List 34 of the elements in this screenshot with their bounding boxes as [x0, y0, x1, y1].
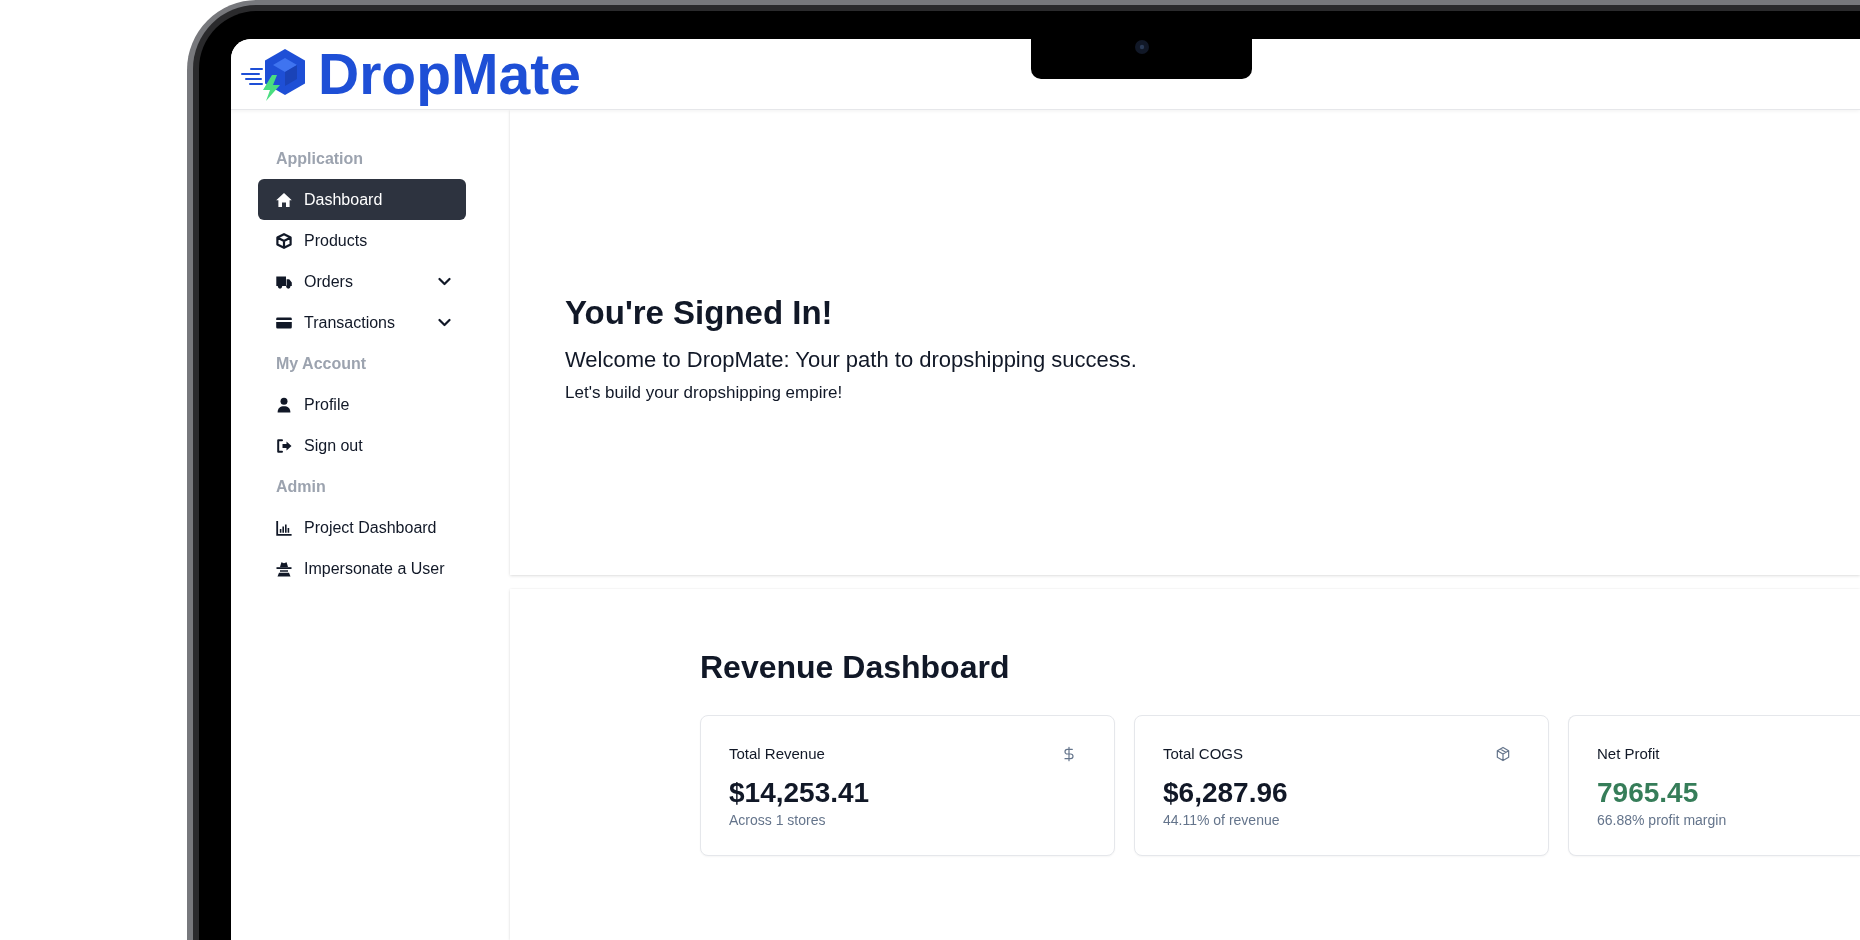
section-title: Revenue Dashboard: [700, 648, 1011, 687]
sidebar-item[interactable]: Transactions: [258, 302, 466, 343]
stat-title: Total Revenue: [729, 744, 825, 765]
sidebar-item[interactable]: Impersonate a User: [258, 548, 466, 589]
sidebar-item[interactable]: Orders: [258, 261, 466, 302]
cube-icon: [276, 232, 292, 249]
sidebar-item[interactable]: Dashboard: [258, 179, 466, 220]
sidebar-item[interactable]: Project Dashboard: [258, 507, 466, 548]
stat-value: 7965.45: [1597, 776, 1700, 811]
stat-note: 66.88% profit margin: [1597, 811, 1728, 831]
stat-title: Net Profit: [1597, 744, 1660, 765]
box-icon: [1495, 746, 1511, 763]
dollar-icon: [1061, 746, 1077, 763]
user-icon: [276, 396, 292, 413]
sidebar-item[interactable]: Products: [258, 220, 466, 261]
spy-icon: [276, 560, 292, 577]
welcome-text: Let's build your dropshipping empire!: [565, 381, 844, 404]
page-title: You're Signed In!: [565, 292, 834, 333]
stat-note: 44.11% of revenue: [1163, 811, 1281, 831]
sidebar-item[interactable]: Profile: [258, 384, 466, 425]
sidebar-heading: Application: [275, 149, 365, 169]
welcome-subtitle: Welcome to DropMate: Your path to dropshipping success.: [565, 346, 1138, 375]
sidebar-heading: Admin: [275, 477, 327, 497]
house-icon: [276, 191, 292, 208]
stat-title: Total COGS: [1163, 744, 1244, 765]
sidebar-heading: My Account: [275, 354, 368, 374]
brand-link[interactable]: DropMate: [241, 42, 581, 106]
sidebar-item[interactable]: Sign out: [258, 425, 466, 466]
stat-value: $14,253.41: [729, 776, 871, 811]
bar-chart-icon: [276, 519, 292, 536]
stat-note: Across 1 stores: [729, 811, 827, 831]
stat-value: $6,287.96: [1163, 776, 1289, 811]
sign-out-icon: [276, 437, 292, 454]
camera-icon: [1134, 40, 1149, 54]
